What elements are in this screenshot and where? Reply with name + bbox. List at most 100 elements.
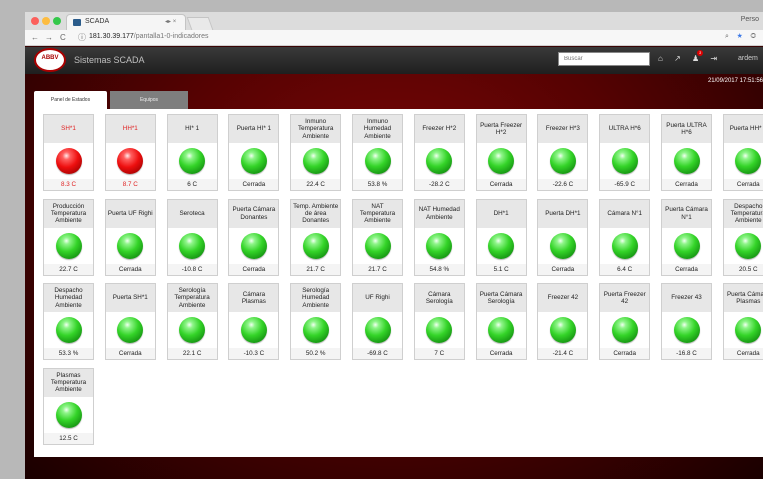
indicator-value: 6.4 C — [600, 263, 650, 275]
green-status-lamp-icon — [117, 317, 144, 343]
lamp-container — [600, 143, 650, 179]
indicator-card[interactable]: Puerta ULTRA H*6 Cerrada — [661, 114, 712, 191]
tab-panel-de-estados[interactable]: Panel de Estados — [34, 91, 107, 109]
indicator-card[interactable]: Puerta Cámara Plasmas Cerrada — [722, 283, 763, 360]
indicator-card[interactable]: Puerta HH* 1 Cerrada — [722, 114, 763, 191]
indicator-card[interactable]: SH*1 8.3 C — [43, 114, 94, 191]
green-status-lamp-icon — [426, 148, 453, 174]
indicator-card[interactable]: Plasmas Temperatura Ambiente 12.5 C — [43, 367, 94, 445]
alerts-icon[interactable]: ♟ 3 — [692, 50, 704, 63]
indicator-value: -10.3 C — [229, 348, 279, 359]
lamp-container — [600, 312, 650, 348]
browser-tab-scada[interactable]: SCADA ◂▸ × — [66, 14, 186, 30]
indicator-card[interactable]: Cámara Serología 7 C — [413, 283, 465, 360]
lamp-container — [414, 143, 464, 179]
green-status-lamp-icon — [240, 317, 267, 343]
lamp-container — [414, 312, 464, 348]
scada-favicon-icon — [73, 19, 81, 26]
indicator-card[interactable]: Freezer H*3 -22.6 C — [537, 114, 589, 191]
indicator-title: Puerta UF Righi — [105, 199, 155, 228]
indicator-card[interactable]: Puerta Freezer H*2 Cerrada — [475, 114, 527, 191]
reload-icon[interactable]: C — [60, 33, 66, 42]
indicator-card[interactable]: Despacho Temperatura Ambiente 20.5 C — [722, 198, 763, 276]
lamp-container — [229, 312, 279, 348]
indicator-card[interactable]: UF Righi -69.8 C — [352, 283, 403, 360]
user-name[interactable]: ardem — [738, 55, 758, 62]
indicator-card[interactable]: Inmuno Humedad Ambiente 53.8 % — [352, 114, 403, 191]
home-icon[interactable]: ⌂ — [658, 54, 663, 63]
indicator-title: Puerta Cámara N°1 — [662, 199, 711, 228]
lamp-container — [291, 227, 341, 264]
lamp-container — [662, 312, 711, 348]
indicator-card[interactable]: Temp. Ambiente de área Donantes 21.7 C — [290, 198, 342, 276]
new-tab-button[interactable] — [186, 17, 214, 30]
indicator-card[interactable]: Despacho Humedad Ambiente 53.3 % — [43, 283, 94, 360]
indicator-card[interactable]: Puerta Freezer 42 Cerrada — [599, 283, 651, 360]
indicator-card[interactable]: Serología Humedad Ambiente 50.2 % — [290, 283, 342, 360]
green-status-lamp-icon — [735, 317, 762, 343]
lamp-container — [105, 312, 155, 348]
indicator-title: NAT Temperatura Ambiente — [353, 199, 402, 228]
forward-icon[interactable]: → — [45, 33, 53, 42]
green-status-lamp-icon — [611, 148, 638, 174]
tab-equipos[interactable]: Equipos — [110, 91, 188, 109]
address-bar: ← → C ⓘ 181.30.39.177/pantalla1-0-indica… — [25, 30, 763, 46]
indicator-value: 6 C — [167, 179, 217, 190]
green-status-lamp-icon — [179, 148, 206, 174]
lamp-container — [600, 227, 650, 264]
indicator-title: Freezer H*2 — [414, 115, 464, 143]
lamp-container — [723, 312, 763, 348]
indicator-card[interactable]: ULTRA H*6 -65.9 C — [599, 114, 651, 191]
back-icon[interactable]: ← — [31, 33, 39, 42]
indicator-card[interactable]: DH*1 5.1 C — [475, 198, 527, 276]
indicator-card[interactable]: Serología Temperatura Ambiente 22.1 C — [166, 283, 218, 360]
tab-close-icon[interactable]: ◂▸ × — [165, 18, 176, 25]
indicator-card[interactable]: NAT Temperatura Ambiente 21.7 C — [352, 198, 403, 276]
indicator-card[interactable]: Puerta DH*1 Cerrada — [537, 198, 589, 276]
chart-icon[interactable]: ↗ — [674, 54, 681, 63]
indicator-card[interactable]: HH*1 8.7 C — [104, 114, 156, 191]
url-path: /pantalla1-0-indicadores — [133, 33, 209, 40]
extension-icon[interactable]: ◎ — [750, 33, 759, 40]
indicator-card[interactable]: Puerta SH*1 Cerrada — [104, 283, 156, 360]
indicator-card[interactable]: Puerta HI* 1 Cerrada — [228, 114, 280, 191]
red-status-lamp-icon — [55, 148, 82, 174]
indicator-card[interactable]: Freezer 43 -16.8 C — [661, 283, 712, 360]
indicator-card[interactable]: Puerta UF Righi Cerrada — [104, 198, 156, 276]
indicator-card[interactable]: Cámara N°1 6.4 C — [599, 198, 651, 276]
minimize-window-button[interactable] — [42, 17, 50, 25]
green-status-lamp-icon — [364, 148, 391, 174]
indicator-card[interactable]: Freezer 42 -21.4 C — [537, 283, 589, 360]
indicator-title: Despacho Temperatura Ambiente — [723, 199, 763, 228]
logout-icon[interactable]: ⇥ — [710, 54, 717, 63]
indicator-card[interactable]: Puerta Cámara Serología Cerrada — [475, 283, 527, 360]
indicator-value: 7 C — [414, 348, 464, 359]
maximize-window-button[interactable] — [53, 17, 61, 25]
indicator-value: 12.5 C — [44, 432, 93, 444]
indicator-value: -16.8 C — [662, 348, 711, 359]
indicator-card[interactable]: NAT Humedad Ambiente 54.8 % — [413, 198, 465, 276]
bookmark-star-icon[interactable]: ★ — [737, 33, 746, 40]
indicator-title: Cámara Plasmas — [229, 284, 279, 312]
indicator-card[interactable]: Puerta Cámara N°1 Cerrada — [661, 198, 712, 276]
green-status-lamp-icon — [117, 232, 144, 259]
indicator-card[interactable]: Puerta Cámara Donantes Cerrada — [228, 198, 280, 276]
profile-button[interactable]: Perso — [741, 16, 759, 23]
indicator-card[interactable]: Seroteca -10.8 C — [166, 198, 218, 276]
indicator-card[interactable]: HI* 1 6 C — [166, 114, 218, 191]
indicator-card[interactable]: Producción Temperatura Ambiente 22.7 C — [43, 198, 94, 276]
indicator-card[interactable]: Inmuno Temperatura Ambiente 22.4 C — [290, 114, 342, 191]
address-bar-actions: ⌕ ★ ◎ — [725, 33, 759, 41]
indicator-value: 22.4 C — [291, 179, 341, 190]
zoom-icon[interactable]: ⌕ — [725, 33, 732, 40]
indicator-title: Puerta DH*1 — [538, 199, 588, 228]
search-input[interactable] — [558, 52, 650, 66]
lamp-container — [538, 312, 588, 348]
indicator-card[interactable]: Freezer H*2 -28.2 C — [413, 114, 465, 191]
url-field[interactable]: 181.30.39.177/pantalla1-0-indicadores — [89, 33, 208, 40]
indicator-card[interactable]: Cámara Plasmas -10.3 C — [228, 283, 280, 360]
info-icon[interactable]: ⓘ — [78, 32, 86, 43]
close-window-button[interactable] — [31, 17, 39, 25]
lamp-container — [291, 312, 341, 348]
indicator-value: Cerrada — [538, 263, 588, 275]
